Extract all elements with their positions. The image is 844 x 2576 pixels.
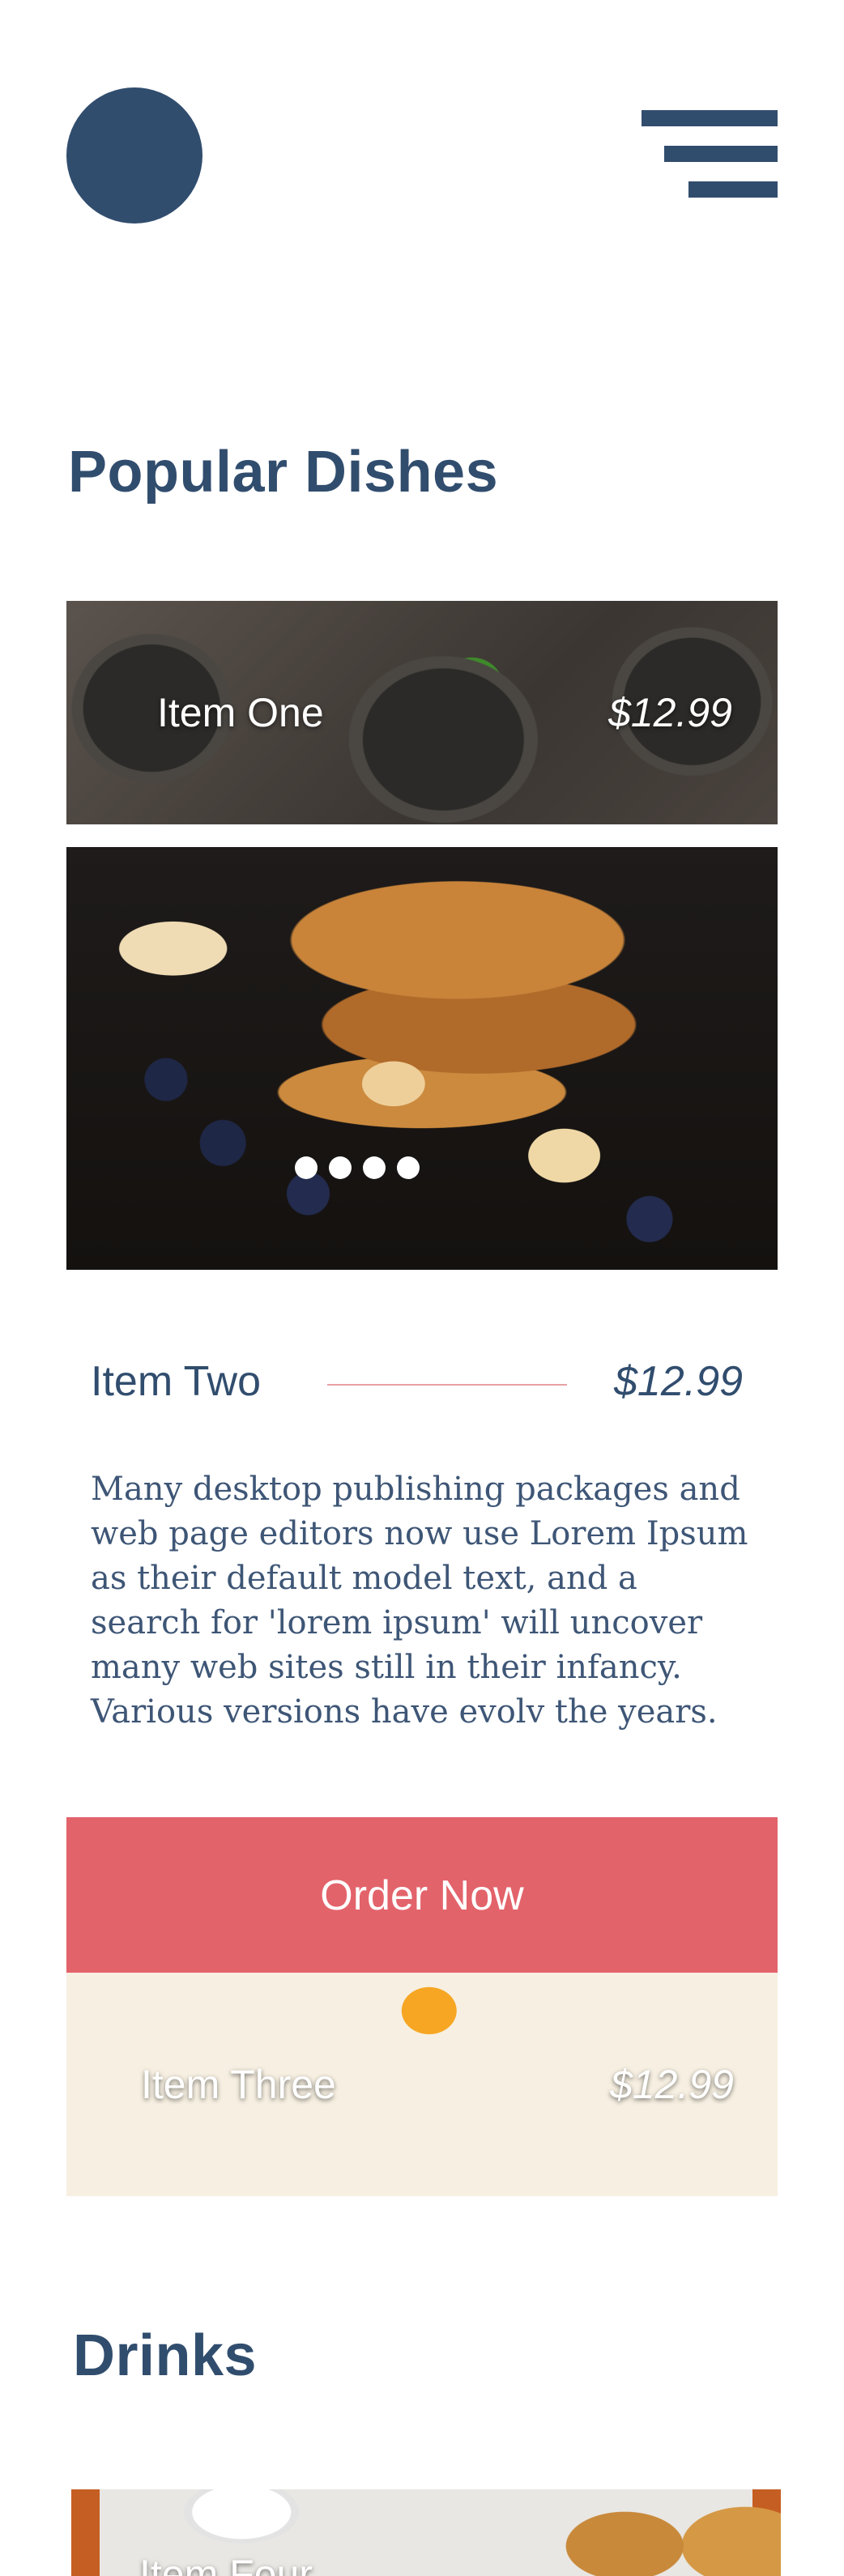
dish-detail-price: $12.99 [614,1358,744,1405]
dish-detail-name: Item Two [91,1358,262,1405]
dish-price: $12.99 [608,690,732,735]
dish-description: Many desktop publishing packages and web… [91,1471,748,1731]
menu-bar-bottom [688,181,778,198]
dish-image-carousel[interactable] [66,847,778,1270]
order-now-button[interactable]: Order Now [66,1817,778,1974]
carousel-dot-4[interactable] [397,1156,420,1179]
drink-card-item-four[interactable]: Item Four [71,2489,781,2576]
menu-bar-top [642,110,778,126]
logo[interactable] [66,87,202,224]
dish-card-item-one[interactable]: Item One $12.99 [66,601,778,824]
drink-name: Item Four [139,2552,313,2576]
drinks-title: Drinks [73,2323,258,2388]
dish-name: Item Three [141,2062,336,2107]
dish-price: $12.99 [610,2062,734,2107]
dish-name: Item One [157,690,324,735]
popular-dishes-title: Popular Dishes [68,440,499,505]
carousel-dot-2[interactable] [329,1156,352,1179]
carousel-dot-3[interactable] [363,1156,386,1179]
hamburger-menu-icon[interactable] [642,110,778,204]
carousel-dot-1[interactable] [295,1156,318,1179]
divider [327,1384,567,1386]
dish-card-item-three[interactable]: Item Three $12.99 [66,1973,778,2196]
carousel-dots [295,1156,420,1179]
menu-bar-middle [664,146,778,162]
